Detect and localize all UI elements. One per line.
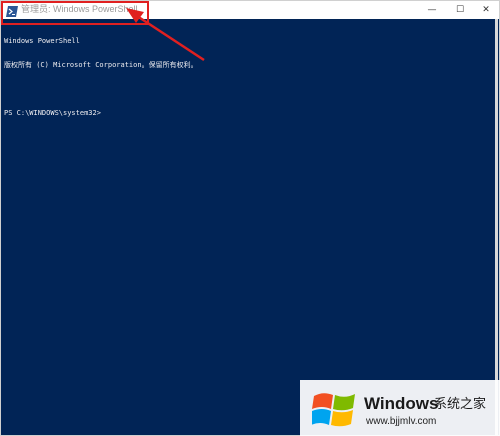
console-line-empty <box>4 85 484 93</box>
console-line: Windows PowerShell <box>4 37 80 45</box>
windows-logo-icon <box>311 388 356 430</box>
watermark-url: www.bjjmlv.com <box>366 416 437 427</box>
maximize-button[interactable]: ☐ <box>447 1 473 19</box>
watermark: Windows 系统之家 www.bjjmlv.com <box>300 380 500 436</box>
close-button[interactable]: ✕ <box>473 1 499 19</box>
vertical-scrollbar[interactable] <box>495 19 498 435</box>
minimize-button[interactable]: — <box>419 1 445 19</box>
console-output[interactable]: Windows PowerShell 版权所有 (C) Microsoft Co… <box>4 21 484 421</box>
console-line: 版权所有 (C) Microsoft Corporation。保留所有权利。 <box>4 61 198 69</box>
title-highlight-box <box>1 1 149 25</box>
powershell-window: 管理员: Windows PowerShell — ☐ ✕ Windows Po… <box>0 0 500 436</box>
watermark-brand: Windows <box>364 394 439 413</box>
watermark-site-name: 系统之家 <box>434 397 487 412</box>
console-prompt[interactable]: PS C:\WINDOWS\system32> <box>4 109 484 117</box>
